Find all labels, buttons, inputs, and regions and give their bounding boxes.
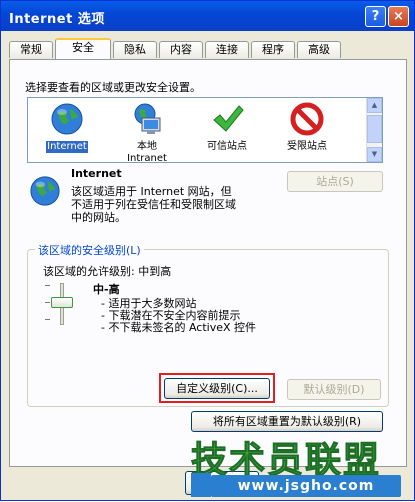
slider-tick [45, 302, 50, 303]
close-button[interactable]: × [388, 6, 409, 27]
reset-all-zones-button[interactable]: 将所有区域重置为默认级别(R) [191, 411, 383, 432]
selected-zone-description: 该区域适用于 Internet 网站，但 不适用于列在受信任和受限制区域 中的网… [71, 185, 236, 224]
slider-tick [45, 319, 50, 320]
tab-programs[interactable]: 程序 [251, 41, 295, 58]
red-highlight-box [159, 373, 275, 403]
zone-internet[interactable]: Internet [32, 102, 102, 153]
monitor-icon [134, 103, 161, 134]
scroll-down-icon[interactable]: ▼ [367, 147, 382, 162]
tab-privacy[interactable]: 隐私 [113, 41, 157, 58]
title-bar[interactable]: Internet 选项 ? × [1, 1, 414, 31]
zone-scrollbar[interactable]: ▲ ▼ [366, 98, 382, 162]
tab-security[interactable]: 安全 [55, 38, 111, 59]
no-entry-icon [290, 102, 324, 136]
zone-label: Internet [46, 141, 88, 153]
tab-general[interactable]: 常规 [9, 41, 53, 58]
help-button[interactable]: ? [365, 6, 386, 27]
security-level-slider-thumb[interactable] [51, 297, 73, 308]
site-watermark: 技术员联盟 www.jsgho.com [190, 431, 411, 502]
sites-button[interactable]: 站点(S) [287, 171, 383, 192]
level-point: - 不下载未签名的 ActiveX 控件 [101, 321, 257, 334]
security-level-group-title: 该区域的安全级别(L) [35, 242, 144, 258]
tab-content[interactable]: 内容 [159, 41, 203, 58]
zone-label: 本地 Intranet [127, 141, 167, 164]
zone-list[interactable]: Internet 本地 Intranet 可信站点 受限站点 ▲ ▼ [27, 97, 383, 165]
zone-local-intranet[interactable]: 本地 Intranet [112, 102, 182, 165]
scroll-thumb[interactable] [367, 115, 382, 143]
allowed-levels-text: 该区域的允许级别: 中到高 [43, 265, 172, 278]
selected-zone-title: Internet [71, 167, 122, 180]
internet-options-window: Internet 选项 ? × 常规 安全 隐私 内容 连接 程序 高级 选择要… [0, 0, 415, 501]
zones-prompt: 选择要查看的区域或更改安全设置。 [25, 81, 201, 94]
scroll-up-icon[interactable]: ▲ [367, 98, 382, 113]
zone-label: 受限站点 [287, 141, 327, 152]
selected-zone-globe-icon [30, 176, 60, 206]
slider-tick [45, 285, 50, 286]
checkmark-icon [213, 105, 244, 132]
tab-connections[interactable]: 连接 [205, 41, 249, 58]
zone-restricted-sites[interactable]: 受限站点 [272, 102, 342, 153]
tab-advanced[interactable]: 高级 [297, 41, 341, 58]
default-level-button[interactable]: 默认级别(D) [287, 379, 381, 400]
globe-icon [51, 103, 83, 135]
window-title: Internet 选项 [9, 12, 105, 27]
watermark-url: www.jsgho.com [211, 475, 401, 497]
home-icon [191, 473, 211, 497]
zone-trusted-sites[interactable]: 可信站点 [192, 102, 262, 153]
zone-label: 可信站点 [207, 141, 247, 152]
